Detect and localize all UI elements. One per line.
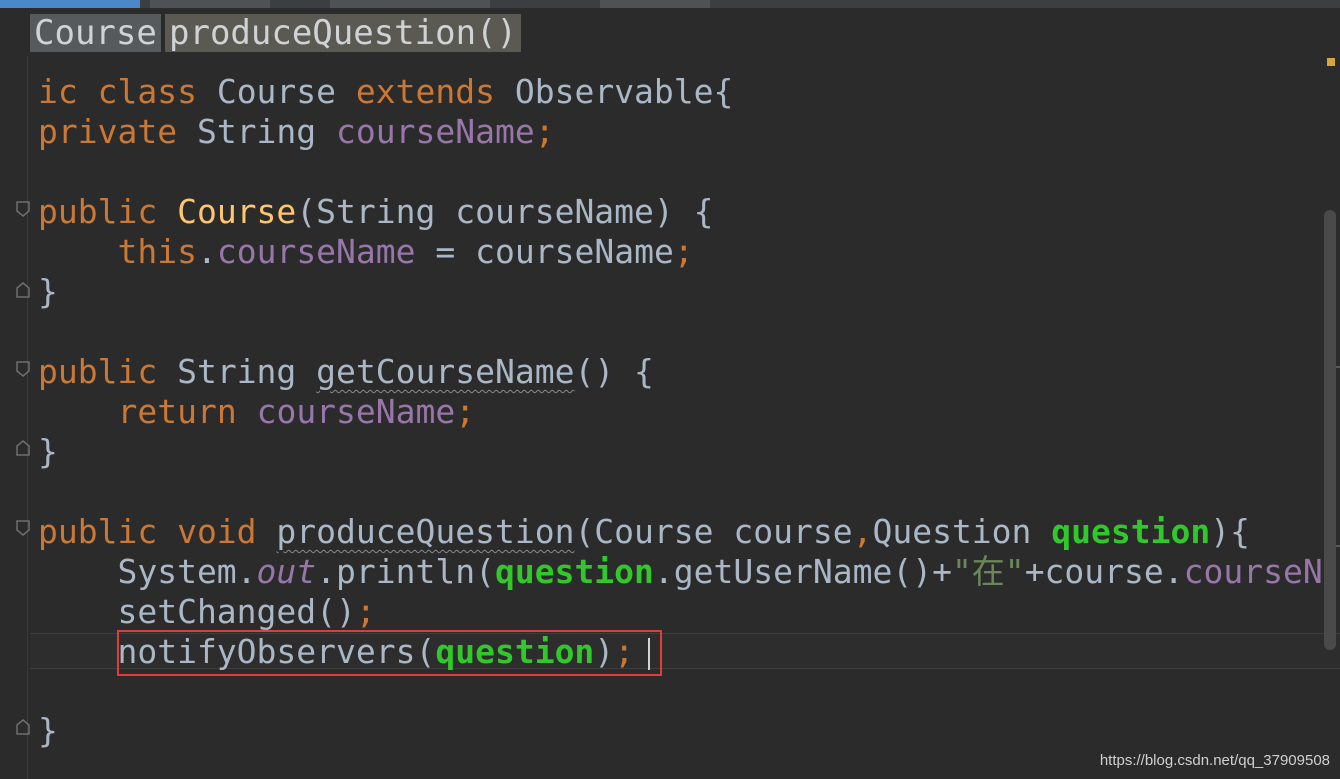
semicolon: ; [455, 392, 476, 431]
code-line-method-decl[interactable]: public void produceQuestion(Course cours… [38, 512, 1250, 552]
code-line-brace[interactable]: } [38, 711, 58, 751]
field-name: courseName [256, 392, 456, 431]
code-text: +course. [1024, 552, 1184, 591]
code-text: Question [872, 512, 1052, 551]
code-text: .println( [316, 552, 495, 591]
keyword: extends [355, 72, 495, 111]
keyword: public [38, 352, 158, 391]
comma: , [852, 512, 873, 551]
annotation-highlight-box [117, 630, 662, 676]
breadcrumb-class[interactable]: Course [30, 14, 161, 52]
code-line-brace[interactable]: } [38, 432, 58, 472]
code-line-class-decl[interactable]: ic class Course extends Observable{ [38, 72, 733, 112]
code-line-field[interactable]: private String courseName; [38, 112, 555, 152]
method-name: Course [177, 192, 297, 231]
code-line-setchanged[interactable]: setChanged(); [38, 592, 376, 632]
keyword: ic class [38, 72, 197, 111]
code-line-println[interactable]: System.out.println(question.getUserName(… [38, 552, 1323, 592]
code-text: String [157, 352, 317, 391]
semicolon: ; [673, 232, 694, 271]
code-text: } [38, 432, 58, 471]
active-tab-indicator[interactable] [0, 0, 140, 8]
parameter: question [494, 552, 654, 591]
editor-tab-strip [0, 0, 1340, 8]
code-text: = courseName [415, 232, 674, 271]
parameter: question [1051, 512, 1211, 551]
breadcrumb-method[interactable]: produceQuestion() [165, 14, 521, 52]
code-text: String [177, 112, 337, 151]
editor-tab[interactable] [150, 0, 270, 8]
code-line-assignment[interactable]: this.courseName = courseName; [38, 232, 694, 272]
code-text: (String courseName) { [296, 192, 714, 231]
breadcrumb: Course produceQuestion() [0, 8, 1340, 56]
keyword: this [117, 232, 197, 271]
semicolon: ; [534, 112, 555, 151]
code-line-return[interactable]: return courseName; [38, 392, 475, 432]
code-text: (Course course [574, 512, 853, 551]
code-text: } [38, 272, 58, 311]
vertical-scrollbar[interactable] [1324, 210, 1336, 650]
code-text: . [196, 232, 217, 271]
keyword: private [38, 112, 178, 151]
keyword: return [117, 392, 237, 431]
keyword: public void [38, 512, 257, 551]
code-text: .getUserName()+ [653, 552, 952, 591]
code-text: setChanged() [38, 592, 356, 631]
code-line-getter[interactable]: public String getCourseName() { [38, 352, 654, 392]
method-name: getCourseName [316, 352, 575, 391]
method-name: produceQuestion [276, 512, 575, 551]
code-text: System. [38, 552, 257, 591]
field-name: courseName [336, 112, 535, 151]
code-line-constructor[interactable]: public Course(String courseName) { [38, 192, 714, 232]
code-text: () { [574, 352, 654, 391]
keyword: public [38, 192, 178, 231]
editor-tab[interactable] [330, 0, 490, 8]
code-line-brace[interactable]: } [38, 272, 58, 312]
editor-tab[interactable] [600, 0, 710, 8]
field-name: courseName [216, 232, 416, 271]
watermark: https://blog.csdn.net/qq_37909508 [1099, 752, 1330, 769]
field-name: courseN [1183, 552, 1323, 591]
code-text: } [38, 711, 58, 750]
string-literal: "在" [951, 552, 1025, 591]
warning-marker-icon[interactable] [1327, 58, 1335, 66]
code-text: Observable{ [494, 72, 734, 111]
text-caret [648, 638, 650, 670]
semicolon: ; [355, 592, 376, 631]
code-text: Course [196, 72, 356, 111]
code-text: ){ [1210, 512, 1250, 551]
static-field: out [256, 552, 317, 591]
